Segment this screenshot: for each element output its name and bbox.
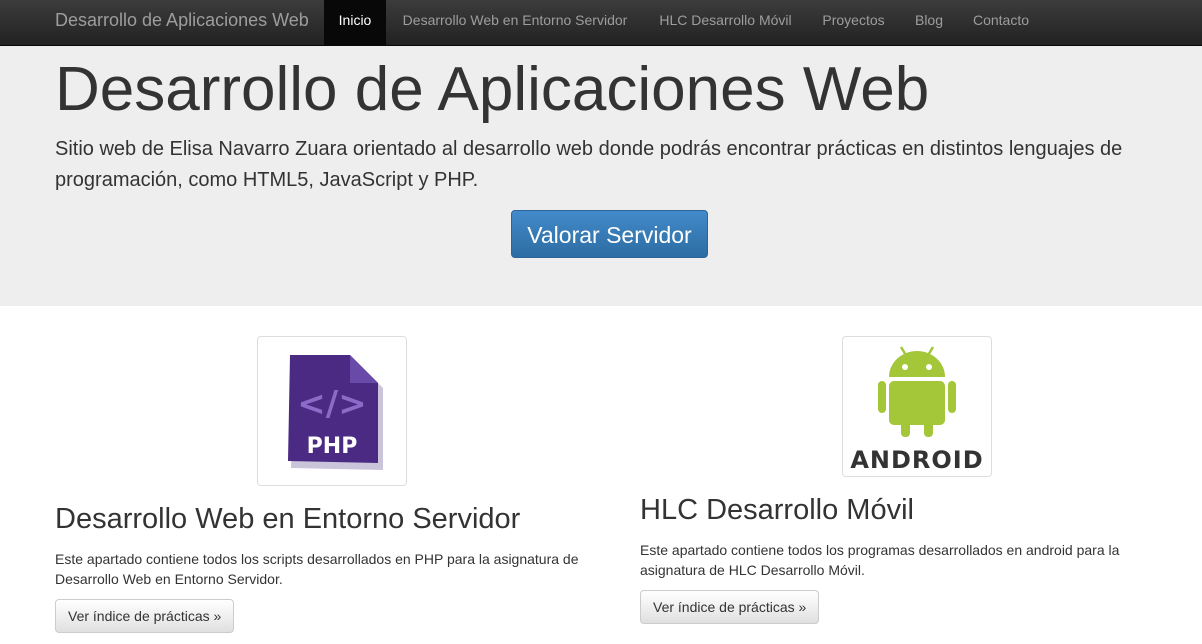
- svg-text:</>: </>: [297, 384, 366, 424]
- ver-indice-practicas-servidor-button[interactable]: Ver índice de prácticas »: [55, 599, 235, 633]
- top-navbar: Desarrollo de Aplicaciones Web Inicio De…: [0, 0, 1202, 46]
- php-logo-thumbnail: </> PHP: [257, 336, 407, 486]
- navbar-brand[interactable]: Desarrollo de Aplicaciones Web: [55, 0, 309, 45]
- card-description-desarrollo-web-servidor: Este apartado contiene todos los scripts…: [55, 551, 579, 587]
- card-title-hlc-desarrollo-movil: HLC Desarrollo Móvil: [640, 494, 914, 526]
- hero-description: Sitio web de Elisa Navarro Zuara orienta…: [55, 138, 1123, 191]
- nav-item-contacto[interactable]: Contacto: [958, 0, 1044, 45]
- hero-jumbotron: Desarrollo de Aplicaciones Web Sitio web…: [0, 46, 1202, 306]
- valorar-servidor-button[interactable]: Valorar Servidor: [511, 210, 708, 258]
- nav-item-blog[interactable]: Blog: [900, 0, 958, 45]
- php-file-icon: </> PHP: [288, 355, 383, 470]
- card-description-hlc-desarrollo-movil: Este apartado contiene todos los program…: [640, 542, 1120, 578]
- android-icon: ANDROID: [850, 346, 983, 474]
- svg-text:ANDROID: ANDROID: [850, 446, 983, 474]
- nav-item-desarrollo-web-servidor[interactable]: Desarrollo Web en Entorno Servidor: [386, 0, 644, 45]
- nav-item-hlc-desarrollo-movil[interactable]: HLC Desarrollo Móvil: [644, 0, 807, 45]
- card-title-desarrollo-web-servidor: Desarrollo Web en Entorno Servidor: [55, 503, 521, 535]
- svg-text:PHP: PHP: [307, 434, 358, 459]
- nav-item-proyectos[interactable]: Proyectos: [807, 0, 900, 45]
- nav-item-inicio[interactable]: Inicio: [324, 0, 386, 45]
- hero-title: Desarrollo de Aplicaciones Web: [55, 55, 930, 124]
- android-logo-thumbnail: ANDROID: [842, 336, 992, 477]
- ver-indice-practicas-movil-button[interactable]: Ver índice de prácticas »: [640, 590, 820, 624]
